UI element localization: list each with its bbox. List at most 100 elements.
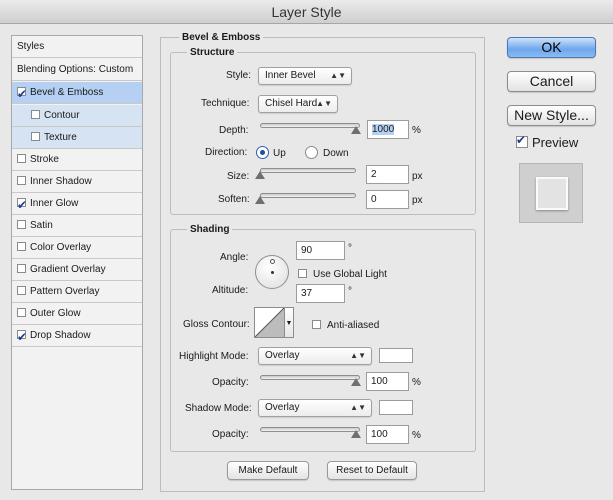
style-item-label: Outer Glow [30,308,81,319]
style-item-contour[interactable]: Contour [12,105,142,127]
direction-down-label[interactable]: Down [323,148,349,159]
angle-unit: ° [348,243,352,254]
depth-slider[interactable] [260,123,360,128]
depth-label: Depth: [219,125,249,136]
angle-dial[interactable] [255,255,289,289]
global-light-option[interactable]: Use Global Light [298,268,387,280]
soften-slider[interactable] [260,193,356,198]
direction-down-radio[interactable] [305,146,318,159]
highlight-opacity-label: Opacity: [212,377,249,388]
style-select[interactable]: Inner Bevel ▲▼ [258,67,352,85]
checkbox-color-overlay[interactable] [17,242,26,251]
anti-aliased-checkbox[interactable] [312,320,321,329]
chevron-down-icon: ▼ [285,320,293,327]
checkbox-contour[interactable] [31,110,40,119]
ok-button[interactable]: OK [507,37,596,58]
cancel-button[interactable]: Cancel [507,71,596,92]
angle-dial-handle[interactable] [270,259,275,264]
size-slider-thumb[interactable] [255,171,265,179]
styles-header[interactable]: Styles [12,36,142,58]
shadow-opacity-thumb[interactable] [351,430,361,438]
checkbox-gradient-overlay[interactable] [17,264,26,273]
checkbox-texture[interactable] [31,132,40,141]
chevron-updown-icon: ▲▼ [350,351,366,360]
highlight-opacity-slider[interactable] [260,375,360,380]
shading-group [170,229,476,452]
soften-label: Soften: [218,194,250,205]
checkbox-pattern-overlay[interactable] [17,286,26,295]
style-item-bevel-emboss[interactable]: Bevel & Emboss [12,82,142,105]
soften-unit: px [412,195,423,206]
bevel-emboss-title: Bevel & Emboss [179,32,264,43]
direction-up-label[interactable]: Up [273,148,286,159]
style-label: Style: [226,70,252,81]
style-item-label: Gradient Overlay [30,264,106,275]
highlight-opacity-input[interactable]: 100 [366,372,409,391]
style-item-drop-shadow[interactable]: Drop Shadow [12,325,142,348]
style-item-inner-glow[interactable]: Inner Glow [12,193,142,216]
preview-checkbox[interactable] [516,132,528,148]
style-item-inner-shadow[interactable]: Inner Shadow [12,171,142,193]
global-light-checkbox[interactable] [298,269,307,278]
preview-option[interactable]: Preview [516,132,579,151]
style-item-label: Bevel & Emboss [30,87,104,98]
highlight-opacity-unit: % [412,377,421,388]
checkbox-stroke[interactable] [17,154,26,163]
highlight-opacity-thumb[interactable] [351,378,361,386]
gloss-contour-label: Gloss Contour: [183,319,250,330]
technique-select[interactable]: Chisel Hard ▲▼ [258,95,338,113]
new-style-button[interactable]: New Style... [507,105,596,126]
gloss-contour-dropdown[interactable]: ▼ [285,307,294,338]
checkbox-bevel-emboss[interactable] [17,83,27,105]
gloss-contour-preview[interactable] [254,307,285,338]
style-item-gradient-overlay[interactable]: Gradient Overlay [12,259,142,281]
anti-aliased-option[interactable]: Anti-aliased [312,319,379,331]
window-title: Layer Style [0,0,613,24]
style-item-satin[interactable]: Satin [12,215,142,237]
preview-label: Preview [532,135,579,150]
shadow-opacity-input[interactable]: 100 [366,425,409,444]
chevron-updown-icon: ▲▼ [350,403,366,412]
soften-slider-thumb[interactable] [255,196,265,204]
altitude-label: Altitude: [212,285,249,296]
size-slider[interactable] [260,168,356,173]
depth-input[interactable]: 1000 [367,120,409,139]
highlight-mode-select[interactable]: Overlay ▲▼ [258,347,372,365]
style-item-label: Inner Glow [30,198,79,209]
style-item-texture[interactable]: Texture [12,127,142,149]
make-default-button[interactable]: Make Default [227,461,309,480]
shadow-mode-value: Overlay [265,402,300,413]
checkbox-inner-glow[interactable] [17,194,27,216]
style-item-pattern-overlay[interactable]: Pattern Overlay [12,281,142,303]
checkbox-drop-shadow[interactable] [17,326,27,348]
checkbox-satin[interactable] [17,220,26,229]
checkbox-outer-glow[interactable] [17,308,26,317]
size-input[interactable]: 2 [366,165,409,184]
style-item-stroke[interactable]: Stroke [12,149,142,171]
depth-slider-thumb[interactable] [351,126,361,134]
structure-title: Structure [187,47,238,58]
highlight-color-swatch[interactable] [379,348,413,363]
altitude-input[interactable]: 37 [296,284,345,303]
shading-title: Shading [187,224,233,235]
direction-up-radio[interactable] [256,146,269,159]
shadow-opacity-unit: % [412,430,421,441]
checkbox-inner-shadow[interactable] [17,176,26,185]
blending-options-item[interactable]: Blending Options: Custom [12,59,142,81]
depth-unit: % [412,125,421,136]
shadow-mode-select[interactable]: Overlay ▲▼ [258,399,372,417]
style-item-label: Stroke [30,154,59,165]
style-item-color-overlay[interactable]: Color Overlay [12,237,142,259]
soften-input[interactable]: 0 [366,190,409,209]
style-item-label: Inner Shadow [30,176,92,187]
style-item-outer-glow[interactable]: Outer Glow [12,303,142,325]
angle-input[interactable]: 90 [296,241,345,260]
style-item-label: Color Overlay [30,242,92,253]
anti-aliased-label: Anti-aliased [327,320,380,331]
contour-curve-icon [254,307,285,338]
reset-to-default-button[interactable]: Reset to Default [327,461,417,480]
style-item-label: Texture [44,132,77,143]
shadow-opacity-slider[interactable] [260,427,360,432]
shadow-color-swatch[interactable] [379,400,413,415]
style-item-label: Satin [30,220,53,231]
